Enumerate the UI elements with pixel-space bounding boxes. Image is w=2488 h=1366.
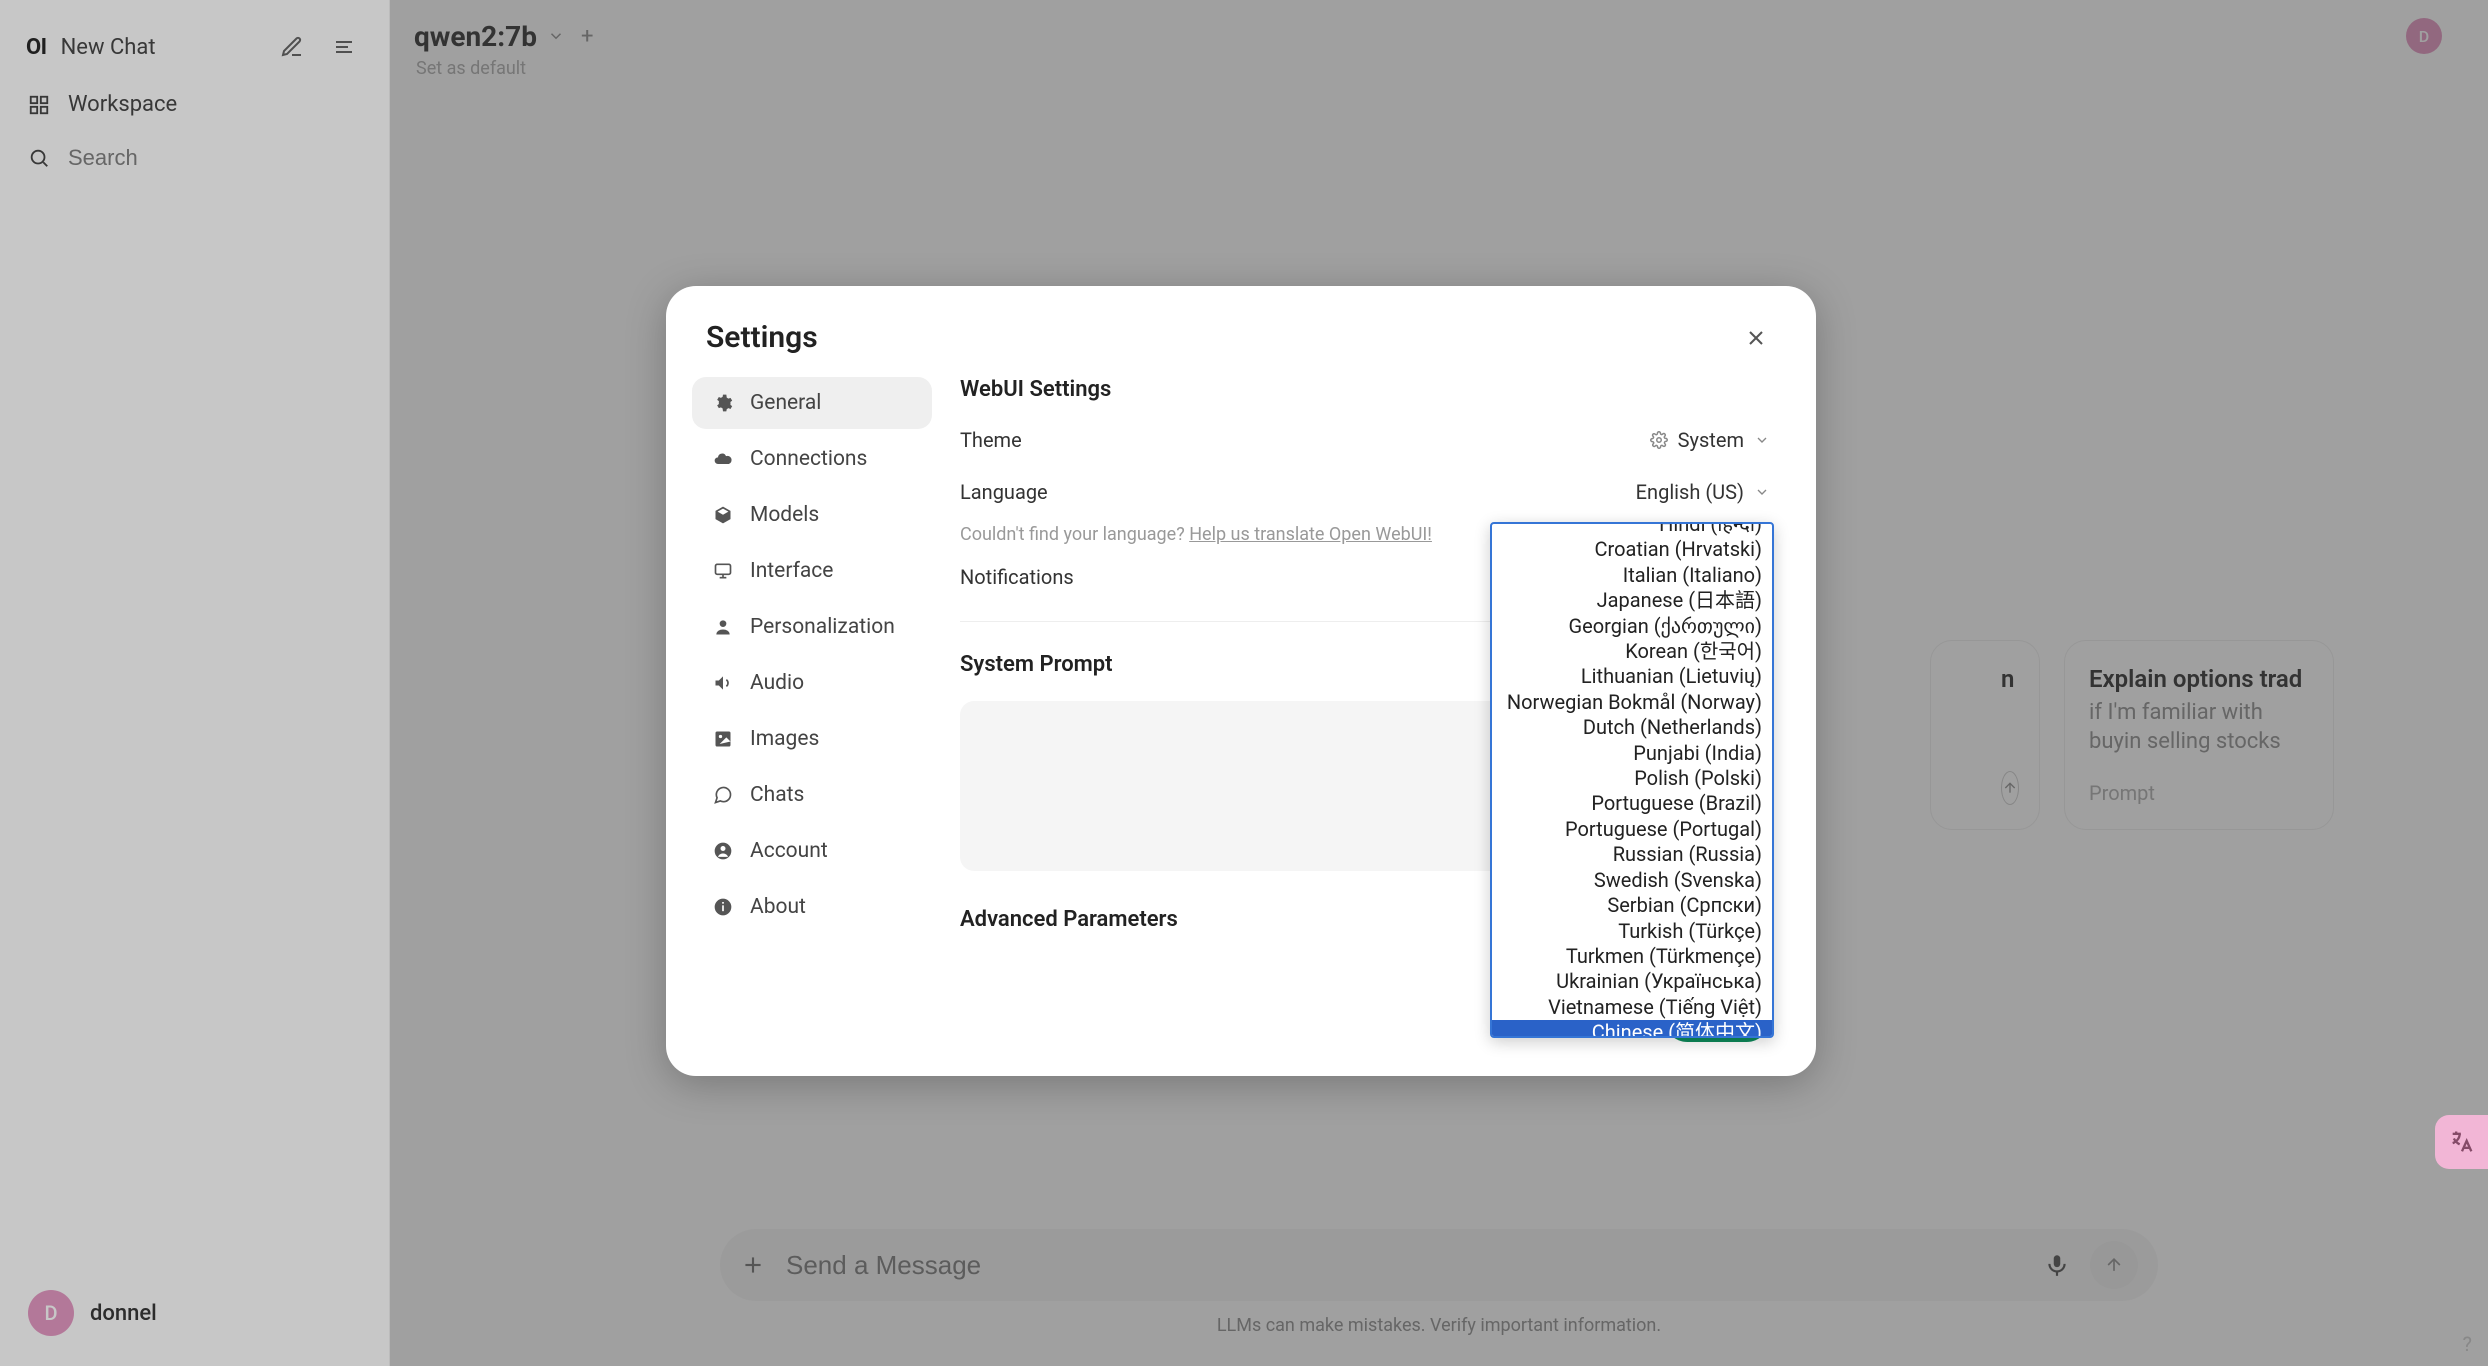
language-option[interactable]: Vietnamese (Tiếng Việt) [1492, 995, 1772, 1020]
theme-select[interactable]: System [1650, 428, 1770, 452]
nav-label: Connections [750, 447, 867, 471]
advanced-params-label: Advanced Parameters [960, 907, 1178, 932]
info-icon [710, 897, 736, 917]
nav-label: Models [750, 503, 819, 527]
language-option[interactable]: Hindi (हिन्दी) [1492, 524, 1772, 537]
language-option[interactable]: Polish (Polski) [1492, 766, 1772, 791]
language-label: Language [960, 480, 1048, 504]
cloud-icon [710, 449, 736, 469]
nav-connections[interactable]: Connections [692, 433, 932, 485]
chat-icon [710, 785, 736, 805]
theme-row: Theme System [960, 420, 1770, 460]
nav-label: Interface [750, 559, 833, 583]
language-row: Language English (US) [960, 472, 1770, 512]
gear-icon [710, 393, 736, 413]
nav-interface[interactable]: Interface [692, 545, 932, 597]
notifications-label: Notifications [960, 565, 1074, 589]
close-button[interactable] [1736, 322, 1776, 354]
nav-chats[interactable]: Chats [692, 769, 932, 821]
nav-label: Audio [750, 671, 804, 695]
speaker-icon [710, 673, 736, 693]
language-option[interactable]: Swedish (Svenska) [1492, 868, 1772, 893]
language-option[interactable]: Russian (Russia) [1492, 842, 1772, 867]
language-option[interactable]: Croatian (Hrvatski) [1492, 537, 1772, 562]
nav-general[interactable]: General [692, 377, 932, 429]
language-option[interactable]: Punjabi (India) [1492, 741, 1772, 766]
assist-fab[interactable] [2435, 1115, 2488, 1169]
monitor-icon [710, 561, 736, 581]
language-option[interactable]: Serbian (Српски) [1492, 893, 1772, 918]
nav-models[interactable]: Models [692, 489, 932, 541]
nav-label: Chats [750, 783, 804, 807]
nav-label: Images [750, 727, 819, 751]
image-icon [710, 729, 736, 749]
language-option[interactable]: Portuguese (Brazil) [1492, 791, 1772, 816]
language-option[interactable]: Italian (Italiano) [1492, 563, 1772, 588]
language-option[interactable]: Dutch (Netherlands) [1492, 715, 1772, 740]
account-icon [710, 841, 736, 861]
nav-images[interactable]: Images [692, 713, 932, 765]
language-option[interactable]: Portuguese (Portugal) [1492, 817, 1772, 842]
language-dropdown[interactable]: Hindi (हिन्दी)Croatian (Hrvatski)Italian… [1490, 522, 1774, 1038]
cube-icon [710, 505, 736, 525]
language-value: English (US) [1636, 480, 1744, 504]
language-option[interactable]: Korean (한국어) [1492, 639, 1772, 664]
settings-nav: General Connections Models Interface Per… [692, 377, 932, 1042]
gear-small-icon [1650, 431, 1668, 449]
language-option[interactable]: Georgian (ქართული) [1492, 614, 1772, 639]
language-option[interactable]: Turkmen (Türkmençe) [1492, 944, 1772, 969]
theme-label: Theme [960, 428, 1022, 452]
modal-title: Settings [706, 320, 818, 355]
language-option[interactable]: Chinese (简体中文) [1492, 1020, 1772, 1036]
chevron-down-icon [1754, 484, 1770, 500]
nav-about[interactable]: About [692, 881, 932, 933]
nav-label: General [750, 391, 821, 415]
translate-link[interactable]: Help us translate Open WebUI! [1189, 524, 1432, 545]
chevron-down-icon [1754, 432, 1770, 448]
language-option[interactable]: Norwegian Bokmål (Norway) [1492, 690, 1772, 715]
language-option[interactable]: Japanese (日本語) [1492, 588, 1772, 613]
help-button[interactable]: ? [2463, 1332, 2472, 1356]
nav-label: About [750, 895, 806, 919]
nav-account[interactable]: Account [692, 825, 932, 877]
nav-personalization[interactable]: Personalization [692, 601, 932, 653]
language-select[interactable]: English (US) [1636, 480, 1770, 504]
nav-audio[interactable]: Audio [692, 657, 932, 709]
user-icon [710, 617, 736, 637]
translate-icon [2448, 1128, 2476, 1156]
language-option[interactable]: Ukrainian (Українська) [1492, 969, 1772, 994]
section-webui: WebUI Settings [960, 377, 1770, 402]
nav-label: Personalization [750, 615, 895, 639]
language-option[interactable]: Lithuanian (Lietuvių) [1492, 664, 1772, 689]
language-option[interactable]: Turkish (Türkçe) [1492, 919, 1772, 944]
nav-label: Account [750, 839, 828, 863]
theme-value: System [1678, 428, 1744, 452]
